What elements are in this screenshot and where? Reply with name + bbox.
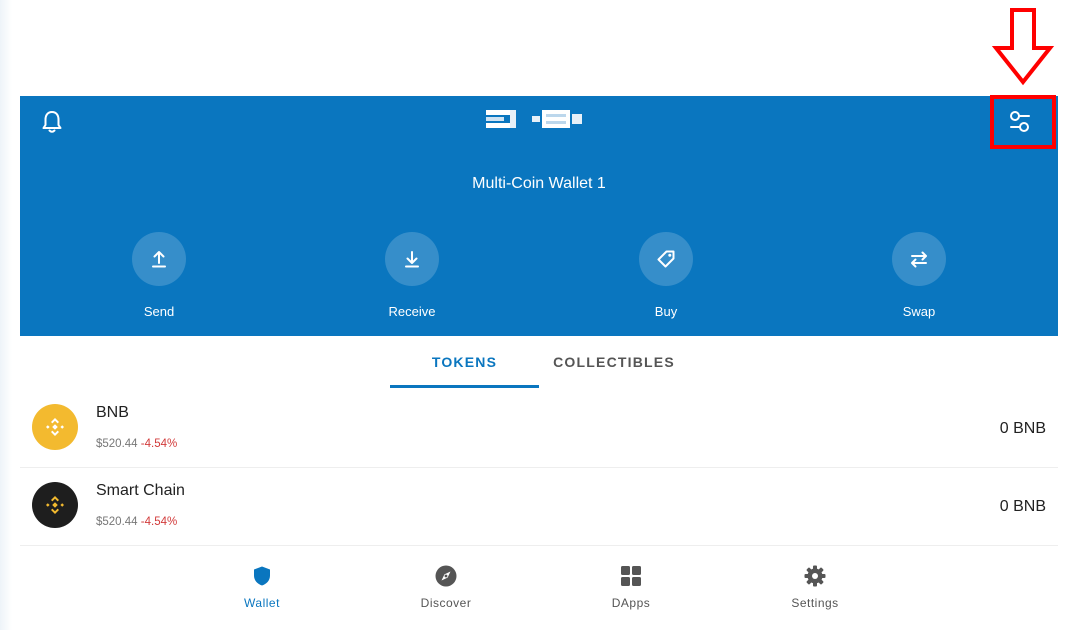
download-arrow-icon [405,251,419,268]
token-row-bnb[interactable]: BNB $520.44 -4.54% 0 BNB [20,390,1058,468]
gear-icon [801,562,829,590]
nav-wallet-label: Wallet [244,596,280,610]
smart-chain-icon [32,482,78,528]
nav-dapps[interactable]: DApps [576,562,686,620]
left-edge-shade [0,0,12,630]
nav-wallet[interactable]: Wallet [207,562,317,620]
token-name: Smart Chain [96,482,185,499]
send-button[interactable]: Send [104,232,214,322]
annotation-highlight-box [990,95,1056,149]
app-screen: Multi-Coin Wallet 1 Send Receive Buy Swa… [0,0,1068,630]
nav-settings-label: Settings [791,596,839,610]
asset-tabs: TOKENS COLLECTIBLES [20,336,1058,388]
token-price-line: $520.44 -4.54% [96,438,177,450]
swap-label: Swap [902,304,936,319]
nav-discover-label: Discover [420,596,472,610]
nav-settings[interactable]: Settings [760,562,870,620]
buy-button[interactable]: Buy [611,232,721,322]
token-price: $520.44 [96,516,138,528]
tag-icon [657,250,675,268]
send-circle[interactable] [132,232,186,286]
token-balance: 0 BNB [999,498,1046,515]
wallet-header: Multi-Coin Wallet 1 Send Receive Buy Swa… [20,96,1058,336]
buy-circle[interactable] [639,232,693,286]
token-price-line: $520.44 -4.54% [96,516,177,528]
shield-icon [248,562,276,590]
send-label: Send [143,304,175,319]
grid-icon [617,562,645,590]
bell-icon[interactable] [38,108,66,136]
bnb-icon [32,404,78,450]
upload-arrow-icon [152,251,166,268]
wallet-name[interactable]: Multi-Coin Wallet 1 [20,175,1058,193]
token-price: $520.44 [96,438,138,450]
token-balance: 0 BNB [999,420,1046,437]
tab-tokens[interactable]: TOKENS [390,336,539,388]
token-row-smart-chain[interactable]: Smart Chain $520.44 -4.54% 0 BNB [20,468,1058,546]
token-name: BNB [96,404,129,421]
swap-circle[interactable] [892,232,946,286]
swap-button[interactable]: Swap [864,232,974,322]
receive-label: Receive [388,304,436,319]
tab-collectibles[interactable]: COLLECTIBLES [539,336,689,388]
buy-label: Buy [654,304,678,319]
receive-button[interactable]: Receive [357,232,467,322]
receive-circle[interactable] [385,232,439,286]
token-change: -4.54% [140,516,178,528]
nav-discover[interactable]: Discover [391,562,501,620]
swap-arrows-icon [911,251,927,268]
compass-icon [432,562,460,590]
annotation-arrow-icon [991,8,1055,86]
token-list: BNB $520.44 -4.54% 0 BNB Smart Chain $52… [20,390,1058,546]
token-change: -4.54% [140,438,178,450]
bottom-nav: Wallet Discover DApps Settings [20,548,1058,630]
nav-dapps-label: DApps [611,596,651,610]
network-logo-icon [486,110,582,128]
